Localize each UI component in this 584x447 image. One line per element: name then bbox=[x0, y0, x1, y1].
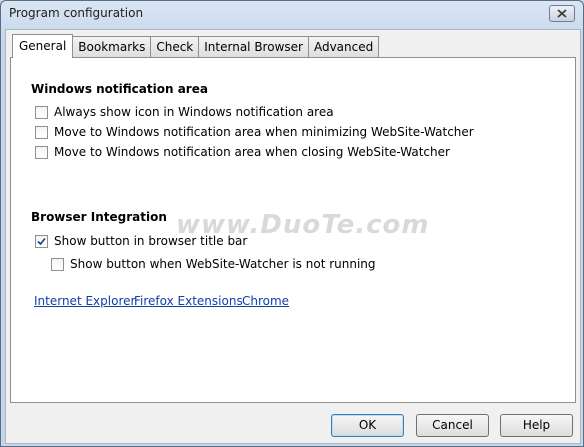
cancel-button[interactable]: Cancel bbox=[416, 414, 489, 437]
checkmark-icon bbox=[37, 237, 46, 245]
move-on-minimize-option[interactable]: Move to Windows notification area when m… bbox=[35, 125, 474, 139]
tab-check[interactable]: Check bbox=[151, 36, 200, 58]
always-show-icon-option[interactable]: Always show icon in Windows notification… bbox=[35, 105, 334, 119]
tab-general[interactable]: General bbox=[12, 34, 74, 58]
move-on-close-label: Move to Windows notification area when c… bbox=[54, 145, 450, 159]
move-on-close-option[interactable]: Move to Windows notification area when c… bbox=[35, 145, 450, 159]
always-show-icon-label: Always show icon in Windows notification… bbox=[54, 105, 334, 119]
help-button[interactable]: Help bbox=[500, 414, 573, 437]
tab-internal-browser[interactable]: Internal Browser bbox=[199, 36, 309, 58]
title-bar[interactable]: Program configuration bbox=[1, 1, 583, 29]
move-on-close-checkbox[interactable] bbox=[35, 145, 48, 159]
close-icon bbox=[557, 9, 567, 18]
always-show-icon-checkbox[interactable] bbox=[35, 105, 48, 119]
program-configuration-dialog: Program configuration General Bookmarks … bbox=[0, 0, 584, 447]
close-button[interactable] bbox=[549, 5, 575, 22]
chrome-link[interactable]: Chrome bbox=[242, 294, 289, 308]
show-button-not-running-label: Show button when WebSite-Watcher is not … bbox=[70, 257, 376, 271]
show-button-not-running-option[interactable]: Show button when WebSite-Watcher is not … bbox=[51, 257, 376, 271]
show-title-bar-button-checkbox[interactable] bbox=[35, 234, 48, 248]
window-title: Program configuration bbox=[9, 6, 144, 20]
firefox-extensions-link[interactable]: Firefox Extensions bbox=[134, 294, 243, 308]
general-tab-panel: Windows notification area Always show ic… bbox=[10, 57, 576, 403]
watermark-text: www.DuoTe.com bbox=[176, 210, 430, 240]
move-on-minimize-label: Move to Windows notification area when m… bbox=[54, 125, 474, 139]
internet-explorer-link[interactable]: Internet Explorer bbox=[34, 294, 135, 308]
tab-advanced[interactable]: Advanced bbox=[308, 36, 380, 58]
move-on-minimize-checkbox[interactable] bbox=[35, 125, 48, 139]
ok-button[interactable]: OK bbox=[331, 414, 404, 437]
browser-integration-heading: Browser Integration bbox=[31, 210, 167, 224]
notification-area-heading: Windows notification area bbox=[31, 82, 208, 96]
show-button-not-running-checkbox[interactable] bbox=[51, 257, 64, 271]
tab-bookmarks[interactable]: Bookmarks bbox=[73, 36, 152, 58]
tab-strip: General Bookmarks Check Internal Browser… bbox=[12, 34, 380, 58]
dialog-client-area: General Bookmarks Check Internal Browser… bbox=[5, 29, 581, 444]
